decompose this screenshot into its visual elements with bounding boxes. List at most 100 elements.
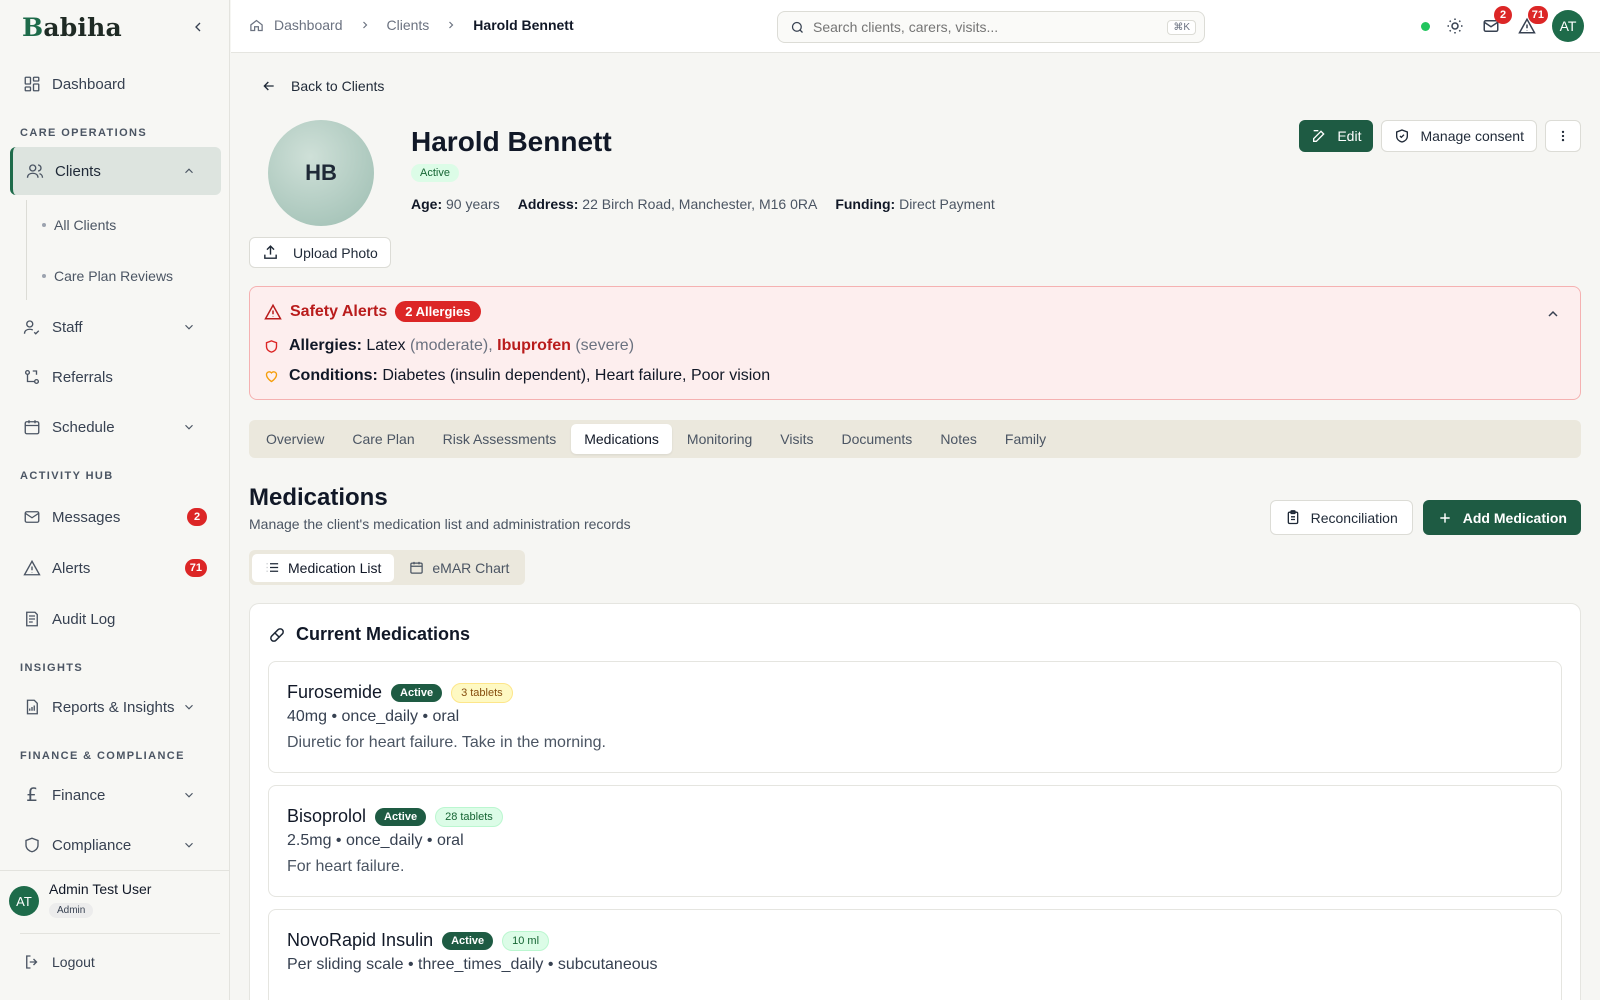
logo-row: Babiha	[0, 0, 229, 54]
warning-icon	[22, 558, 42, 578]
user-avatar-wrap: AT	[9, 886, 39, 916]
sidebar-item-staff[interactable]: Staff	[10, 303, 221, 351]
medication-status-badge: Active	[442, 931, 494, 950]
collapse-sidebar-icon[interactable]	[187, 16, 209, 38]
main-content: Back to Clients HB Upload Photo Harold B…	[231, 54, 1600, 1000]
medications-subtitle: Manage the client's medication list and …	[249, 516, 631, 532]
tab-monitoring[interactable]: Monitoring	[674, 424, 765, 454]
warning-icon	[264, 303, 282, 321]
chevron-down-icon	[181, 419, 197, 435]
tab-visits[interactable]: Visits	[767, 424, 826, 454]
tab-documents[interactable]: Documents	[829, 424, 926, 454]
top-bar: Dashboard Clients Harold Bennett ⌘K 2 71…	[231, 0, 1600, 53]
sidebar-item-compliance[interactable]: Compliance	[10, 821, 221, 869]
allergies-line: Allergies: Latex (moderate), Ibuprofen (…	[264, 337, 634, 355]
medication-note: For heart failure.	[287, 858, 405, 875]
logout-button[interactable]: Logout	[10, 942, 221, 982]
calendar-icon	[22, 417, 42, 437]
chevron-right-icon	[359, 19, 371, 31]
sidebar-item-dashboard[interactable]: Dashboard	[10, 60, 221, 108]
shield-check-icon	[1394, 128, 1410, 144]
breadcrumb-clients[interactable]: Clients	[387, 17, 430, 33]
app-logo[interactable]: Babiha	[22, 13, 122, 42]
user-avatar-menu[interactable]: AT	[1552, 10, 1584, 42]
search-icon	[790, 20, 805, 35]
sidebar-item-label: Messages	[52, 508, 121, 526]
messages-count-badge: 2	[187, 508, 207, 526]
sidebar-subitem-all-clients[interactable]: All Clients	[42, 217, 116, 233]
client-age: Age: 90 years	[411, 196, 500, 212]
sidebar-item-audit-log[interactable]: Audit Log	[10, 595, 221, 643]
heart-icon	[264, 369, 279, 384]
sidebar-item-label: Reports & Insights	[52, 698, 175, 716]
section-insights: INSIGHTS	[20, 662, 84, 674]
chevron-right-icon	[445, 19, 457, 31]
divider	[20, 933, 220, 934]
sidebar-item-alerts[interactable]: Alerts 71	[10, 544, 221, 592]
tab-medications[interactable]: Medications	[571, 424, 672, 454]
sidebar-item-messages[interactable]: Messages 2	[10, 493, 221, 541]
current-medications-panel: Current Medications Furosemide Active 3 …	[249, 603, 1581, 1000]
add-medication-button[interactable]: Add Medication	[1422, 500, 1581, 535]
reconciliation-button[interactable]: Reconciliation	[1269, 500, 1413, 535]
client-funding: Funding: Direct Payment	[835, 196, 995, 212]
alert-triangle-icon[interactable]: 71	[1516, 6, 1548, 37]
arrow-left-icon	[261, 78, 277, 94]
chevron-down-icon	[181, 837, 197, 853]
tab-notes[interactable]: Notes	[927, 424, 990, 454]
current-medications-header: Current Medications	[268, 624, 470, 645]
global-search[interactable]: ⌘K	[777, 11, 1205, 43]
current-user[interactable]: AT Admin Test User Admin	[0, 870, 230, 930]
safety-alerts-header[interactable]: Safety Alerts 2 Allergies	[264, 301, 481, 322]
sidebar-item-label: Dashboard	[52, 75, 126, 93]
upload-photo-button[interactable]: Upload Photo	[249, 237, 391, 268]
users-icon	[25, 161, 45, 181]
dashboard-icon	[22, 74, 42, 94]
inbox-count-badge: 2	[1494, 6, 1512, 24]
sidebar-subitem-care-plan-reviews[interactable]: Care Plan Reviews	[42, 268, 173, 284]
sun-icon[interactable]	[1444, 15, 1466, 37]
upload-icon	[262, 244, 279, 261]
inbox-icon[interactable]: 2	[1480, 6, 1512, 37]
search-input[interactable]	[813, 19, 1168, 35]
mail-icon	[22, 507, 42, 527]
home-icon[interactable]	[249, 18, 264, 33]
sidebar-item-label: Schedule	[52, 418, 115, 436]
sidebar-item-referrals[interactable]: Referrals	[10, 353, 221, 401]
edit-client-button[interactable]: Edit	[1299, 120, 1374, 152]
report-icon	[22, 697, 42, 717]
audit-log-icon	[22, 609, 42, 629]
pound-icon: £	[25, 784, 39, 806]
collapse-chevron-icon[interactable]	[1544, 305, 1562, 323]
sidebar-item-schedule[interactable]: Schedule	[10, 403, 221, 451]
medication-dose: Per sliding scale • three_times_daily • …	[287, 956, 658, 973]
medication-name: NovoRapid Insulin	[287, 930, 434, 950]
section-activity-hub: ACTIVITY HUB	[20, 470, 114, 482]
back-to-clients-link[interactable]: Back to Clients	[261, 78, 384, 94]
tab-risk-assessments[interactable]: Risk Assessments	[430, 424, 570, 454]
medication-header: Bisoprolol Active 28 tablets	[287, 806, 503, 827]
medication-note: Diuretic for heart failure. Take in the …	[287, 734, 606, 751]
sidebar-item-label: Audit Log	[52, 610, 116, 628]
sidebar-item-reports[interactable]: Reports & Insights	[10, 683, 221, 731]
sidebar-item-label: Compliance	[52, 836, 132, 854]
tab-family[interactable]: Family	[992, 424, 1059, 454]
tab-overview[interactable]: Overview	[253, 424, 337, 454]
breadcrumb-dashboard[interactable]: Dashboard	[274, 17, 343, 33]
tab-care-plan[interactable]: Care Plan	[339, 424, 427, 454]
medications-heading: Medications	[249, 484, 388, 511]
allergies-count-badge: 2 Allergies	[395, 301, 481, 322]
medication-card[interactable]: NovoRapid Insulin Active 10 ml Per slidi…	[268, 909, 1562, 1000]
section-care-operations: CARE OPERATIONS	[20, 127, 148, 139]
sidebar-item-finance[interactable]: £ Finance	[10, 771, 221, 819]
plus-icon	[1437, 510, 1453, 526]
sidebar-item-clients[interactable]: Clients	[10, 147, 221, 195]
medication-card[interactable]: Furosemide Active 3 tablets 40mg • once_…	[268, 661, 1562, 773]
view-emar-chart[interactable]: eMAR Chart	[396, 554, 522, 582]
medication-dose: 2.5mg • once_daily • oral	[287, 832, 464, 849]
more-options-button[interactable]	[1545, 120, 1581, 152]
medication-card[interactable]: Bisoprolol Active 28 tablets 2.5mg • onc…	[268, 785, 1562, 897]
client-name: Harold Bennett	[411, 126, 612, 157]
manage-consent-button[interactable]: Manage consent	[1381, 120, 1537, 152]
view-medication-list[interactable]: Medication List	[252, 553, 395, 582]
